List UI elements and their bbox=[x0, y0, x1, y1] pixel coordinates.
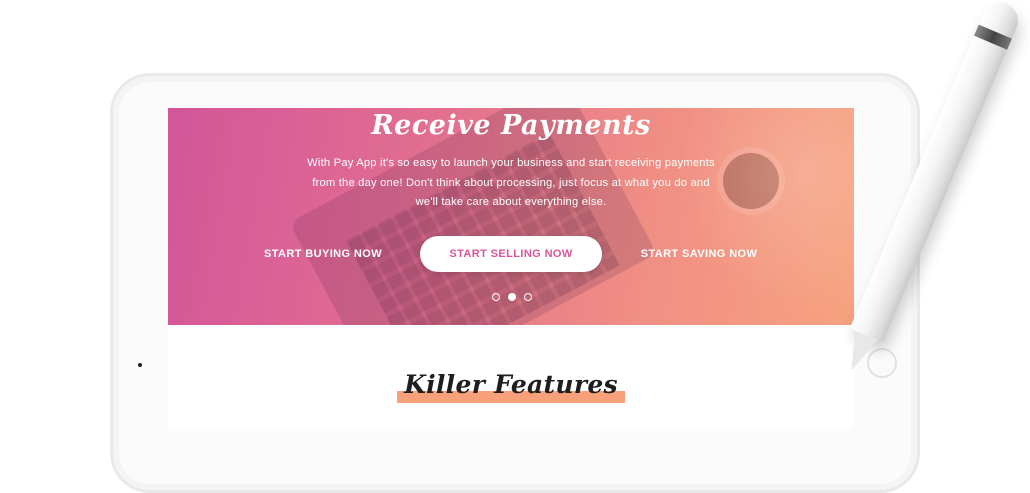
hero-banner: Receive Payments With Pay App it's so ea… bbox=[168, 108, 854, 325]
carousel-dot[interactable] bbox=[524, 293, 532, 301]
start-selling-button[interactable]: START SELLING NOW bbox=[420, 236, 602, 272]
start-saving-button[interactable]: START SAVING NOW bbox=[634, 236, 764, 272]
features-title: Killer Features bbox=[404, 370, 618, 399]
carousel-dot[interactable] bbox=[492, 293, 500, 301]
carousel-dot-active[interactable] bbox=[508, 293, 516, 301]
start-buying-button[interactable]: START BUYING NOW bbox=[258, 236, 388, 272]
hero-title: Receive Payments bbox=[371, 110, 651, 141]
hero-description: With Pay App it's so easy to launch your… bbox=[307, 157, 715, 208]
pencil-tip bbox=[840, 330, 878, 376]
features-section: Killer Features bbox=[168, 370, 854, 399]
tablet-screen: Receive Payments With Pay App it's so ea… bbox=[168, 108, 854, 428]
carousel-dots bbox=[492, 293, 532, 301]
camera-icon bbox=[138, 363, 142, 367]
